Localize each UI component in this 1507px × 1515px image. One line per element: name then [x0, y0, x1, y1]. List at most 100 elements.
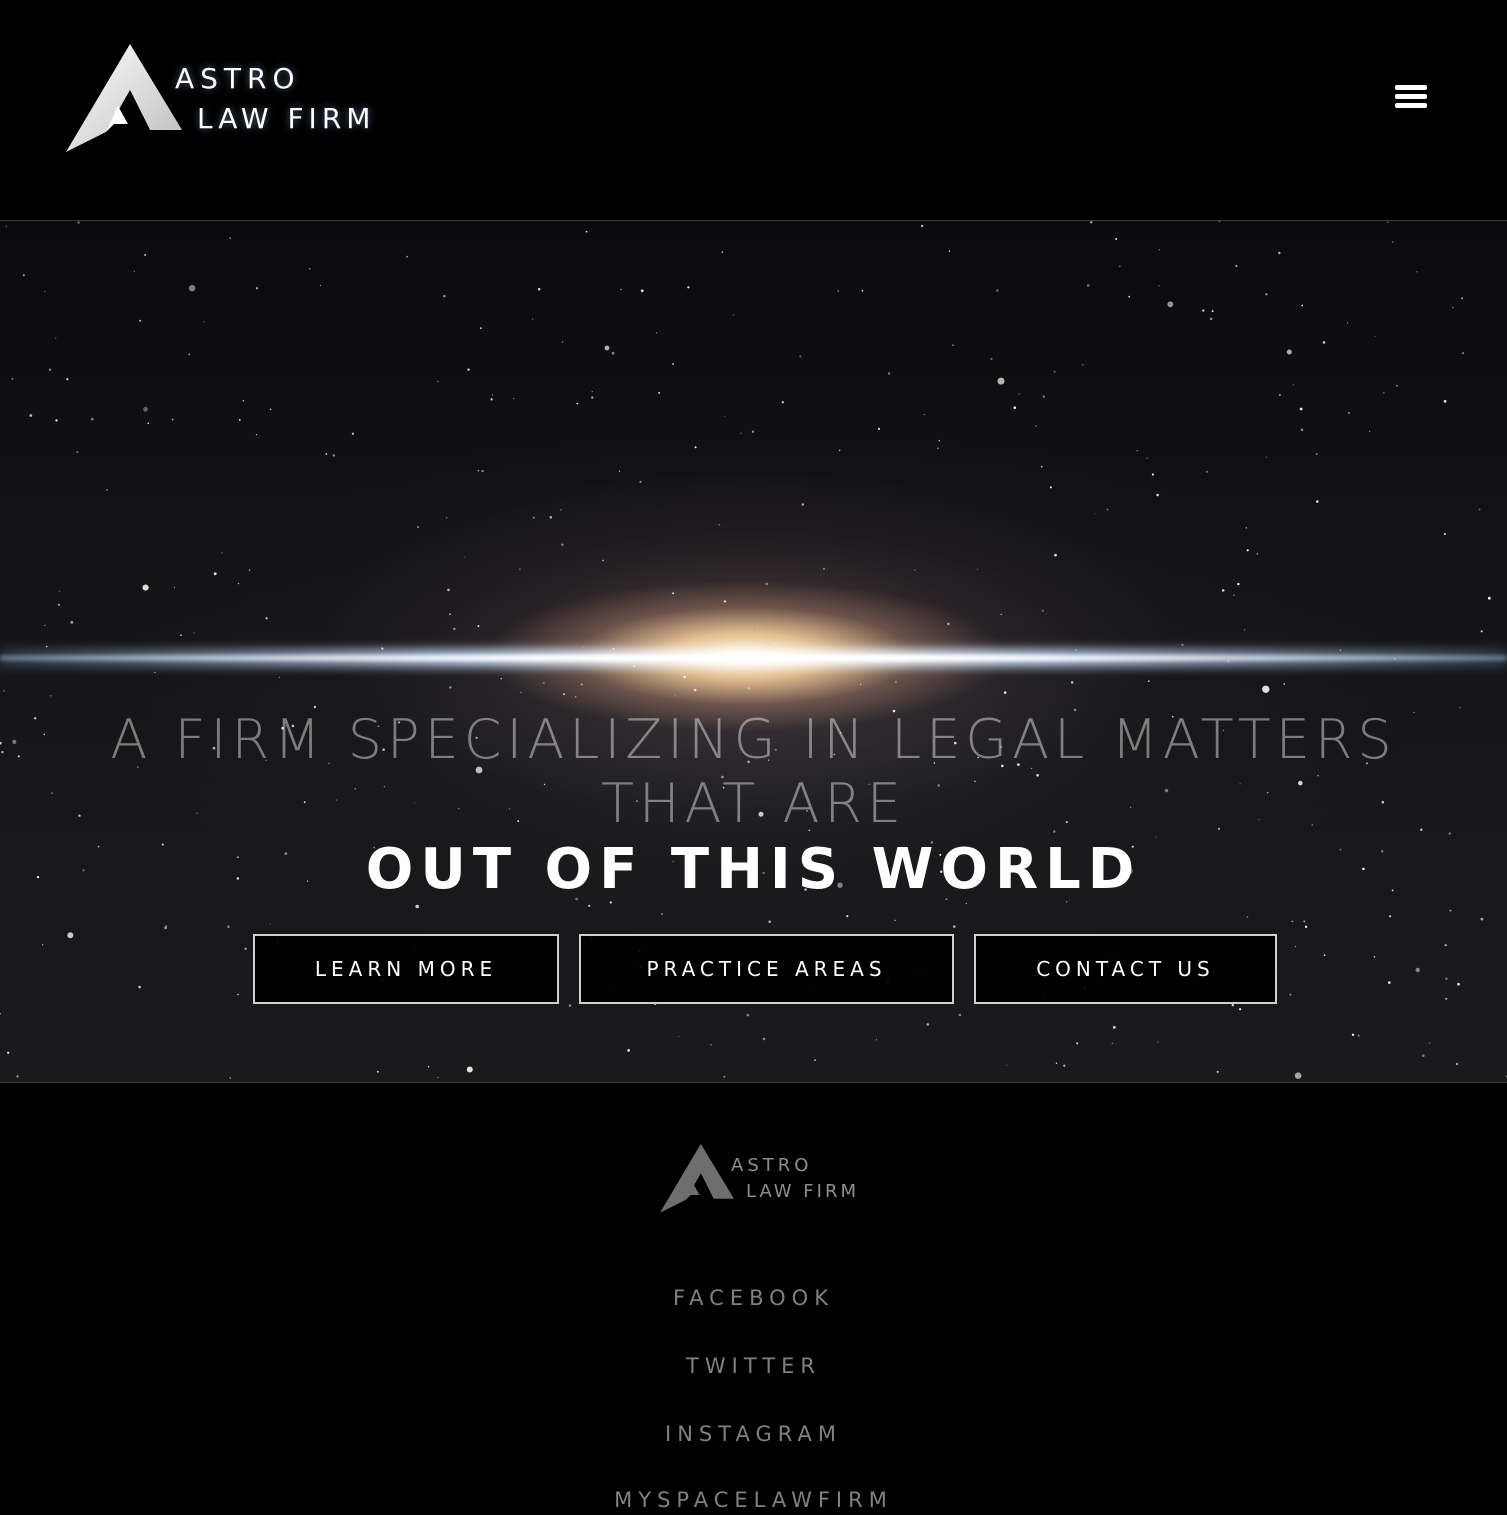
star [139, 319, 142, 322]
star [619, 470, 621, 472]
star [467, 368, 470, 371]
star [255, 434, 258, 436]
star [604, 345, 610, 351]
learn-more-button[interactable]: LEARN MORE [253, 934, 559, 1004]
star [1205, 470, 1209, 473]
star [765, 582, 769, 586]
star [309, 268, 311, 270]
star [325, 453, 328, 455]
star [165, 925, 168, 927]
star [180, 634, 182, 636]
star [376, 1070, 379, 1073]
star [751, 430, 755, 433]
star [1233, 594, 1235, 596]
star [1218, 221, 1221, 223]
star [1265, 456, 1267, 458]
star [1053, 370, 1056, 373]
star [1042, 395, 1046, 398]
star [453, 627, 456, 631]
star [746, 1013, 750, 1017]
star [237, 582, 240, 585]
star [877, 427, 881, 430]
star [1216, 1070, 1219, 1073]
star [799, 355, 802, 358]
header-logo[interactable]: ASTRO LAW FIRM [66, 44, 396, 154]
star [914, 569, 916, 571]
instagram-link[interactable]: INSTAGRAM [0, 1419, 1507, 1449]
star [1262, 685, 1270, 693]
contact-us-button[interactable]: CONTACT US [974, 934, 1277, 1004]
star [1049, 486, 1052, 489]
star [923, 413, 925, 416]
star [1035, 425, 1037, 427]
star [724, 415, 726, 417]
star [1000, 613, 1002, 616]
star [1443, 533, 1446, 535]
star [1003, 691, 1007, 694]
logo-wordmark-line1: ASTRO [175, 62, 301, 95]
star [519, 568, 521, 570]
star [1369, 430, 1371, 432]
footer-logo[interactable]: ASTRO LAW FIRM [660, 1143, 880, 1215]
star [332, 454, 335, 457]
menu-bar [1395, 85, 1427, 90]
star [747, 687, 751, 690]
star [477, 469, 480, 472]
star [229, 237, 232, 240]
star [574, 696, 577, 698]
star [481, 469, 484, 473]
star [188, 353, 191, 356]
star [976, 568, 978, 570]
star [237, 993, 239, 996]
star [221, 552, 223, 554]
star [1265, 293, 1268, 296]
star [16, 1075, 19, 1078]
star [57, 603, 61, 606]
star [1146, 457, 1148, 459]
practice-areas-button[interactable]: PRACTICE AREAS [579, 934, 954, 1004]
star [1294, 1072, 1302, 1079]
star [733, 314, 735, 316]
star [1322, 341, 1326, 344]
star [1106, 508, 1109, 511]
star [255, 287, 259, 290]
star [1278, 393, 1281, 397]
star [1221, 589, 1225, 592]
site-footer: ASTRO LAW FIRM FACEBOOK TWITTER INSTAGRA… [0, 1083, 1507, 1512]
star [672, 592, 675, 595]
star [227, 925, 230, 928]
star [620, 288, 622, 291]
star [1449, 909, 1452, 912]
star [723, 600, 727, 603]
star [55, 419, 58, 422]
star [1283, 683, 1285, 685]
star [952, 344, 954, 347]
star [437, 1076, 439, 1079]
myspacelawfirm-link[interactable]: MYSPACELAWFIRM [0, 1485, 1507, 1515]
star [560, 509, 562, 511]
hamburger-menu-icon[interactable] [1391, 78, 1431, 116]
star [1246, 916, 1249, 918]
star [996, 289, 999, 292]
twitter-link[interactable]: TWITTER [0, 1351, 1507, 1381]
star [1301, 304, 1304, 307]
star [491, 394, 494, 396]
star [445, 517, 448, 519]
star [464, 556, 466, 558]
star [1237, 582, 1240, 586]
star [958, 1013, 962, 1017]
star [1461, 352, 1465, 355]
star [1316, 500, 1319, 503]
star [213, 572, 217, 576]
star [269, 923, 271, 925]
star [894, 919, 896, 922]
star [542, 682, 545, 685]
star [860, 683, 862, 685]
astro-a-logo-icon [66, 44, 182, 152]
star [1151, 473, 1154, 476]
facebook-link[interactable]: FACEBOOK [0, 1283, 1507, 1313]
star [520, 691, 522, 694]
star [351, 432, 354, 435]
star [990, 357, 993, 361]
star [500, 678, 502, 680]
